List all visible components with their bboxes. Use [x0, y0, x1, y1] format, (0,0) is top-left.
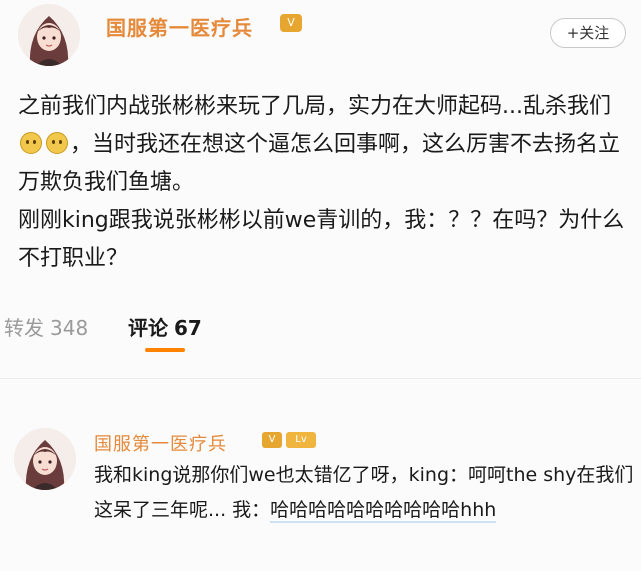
comment-tab[interactable]: 评论 67: [128, 312, 202, 341]
follow-button[interactable]: +关注: [550, 18, 626, 48]
repost-tab[interactable]: 转发 348: [4, 312, 88, 341]
post-text-part-1: 之前我们内战张彬彬来玩了几局，实力在大师起码...乱杀我们: [18, 94, 611, 119]
vip-badge-icon: V: [262, 432, 282, 448]
comment-label: 评论: [128, 316, 168, 340]
comment-count: 67: [174, 316, 202, 340]
repost-count: 348: [50, 316, 89, 340]
repost-label: 转发: [4, 316, 44, 340]
post-text-part-2: ，当时我还在想这个逼怎么回事啊，这么厉害不去扬名立万欺负我们鱼塘。: [18, 132, 621, 195]
post-content: 之前我们内战张彬彬来玩了几局，实力在大师起码...乱杀我们 ，当时我还在想这个逼怎…: [18, 88, 633, 278]
vip-badge-icon: V: [280, 14, 302, 32]
sweat-smile-emoji-icon: [20, 132, 42, 154]
level-badge-icon: Lv: [286, 432, 316, 448]
active-tab-indicator: [145, 348, 185, 352]
comment-username[interactable]: 国服第一医疗兵: [94, 430, 227, 456]
comment-content: 我和king说那你们we也太错亿了呀，king：呵呵the shy在我们这呆了三…: [94, 458, 634, 528]
comment-author-avatar[interactable]: [14, 428, 76, 490]
sweat-smile-emoji-icon: [46, 132, 68, 154]
post-username[interactable]: 国服第一医疗兵: [106, 12, 253, 41]
post-text-part-3: 刚刚king跟我说张彬彬以前we青训的，我：？？在吗？为什么不打职业？: [18, 208, 625, 271]
comment-laugh-text: 哈哈哈哈哈哈哈哈哈哈hhh: [270, 499, 497, 523]
section-divider: [0, 378, 641, 379]
post-author-avatar[interactable]: [18, 4, 80, 66]
